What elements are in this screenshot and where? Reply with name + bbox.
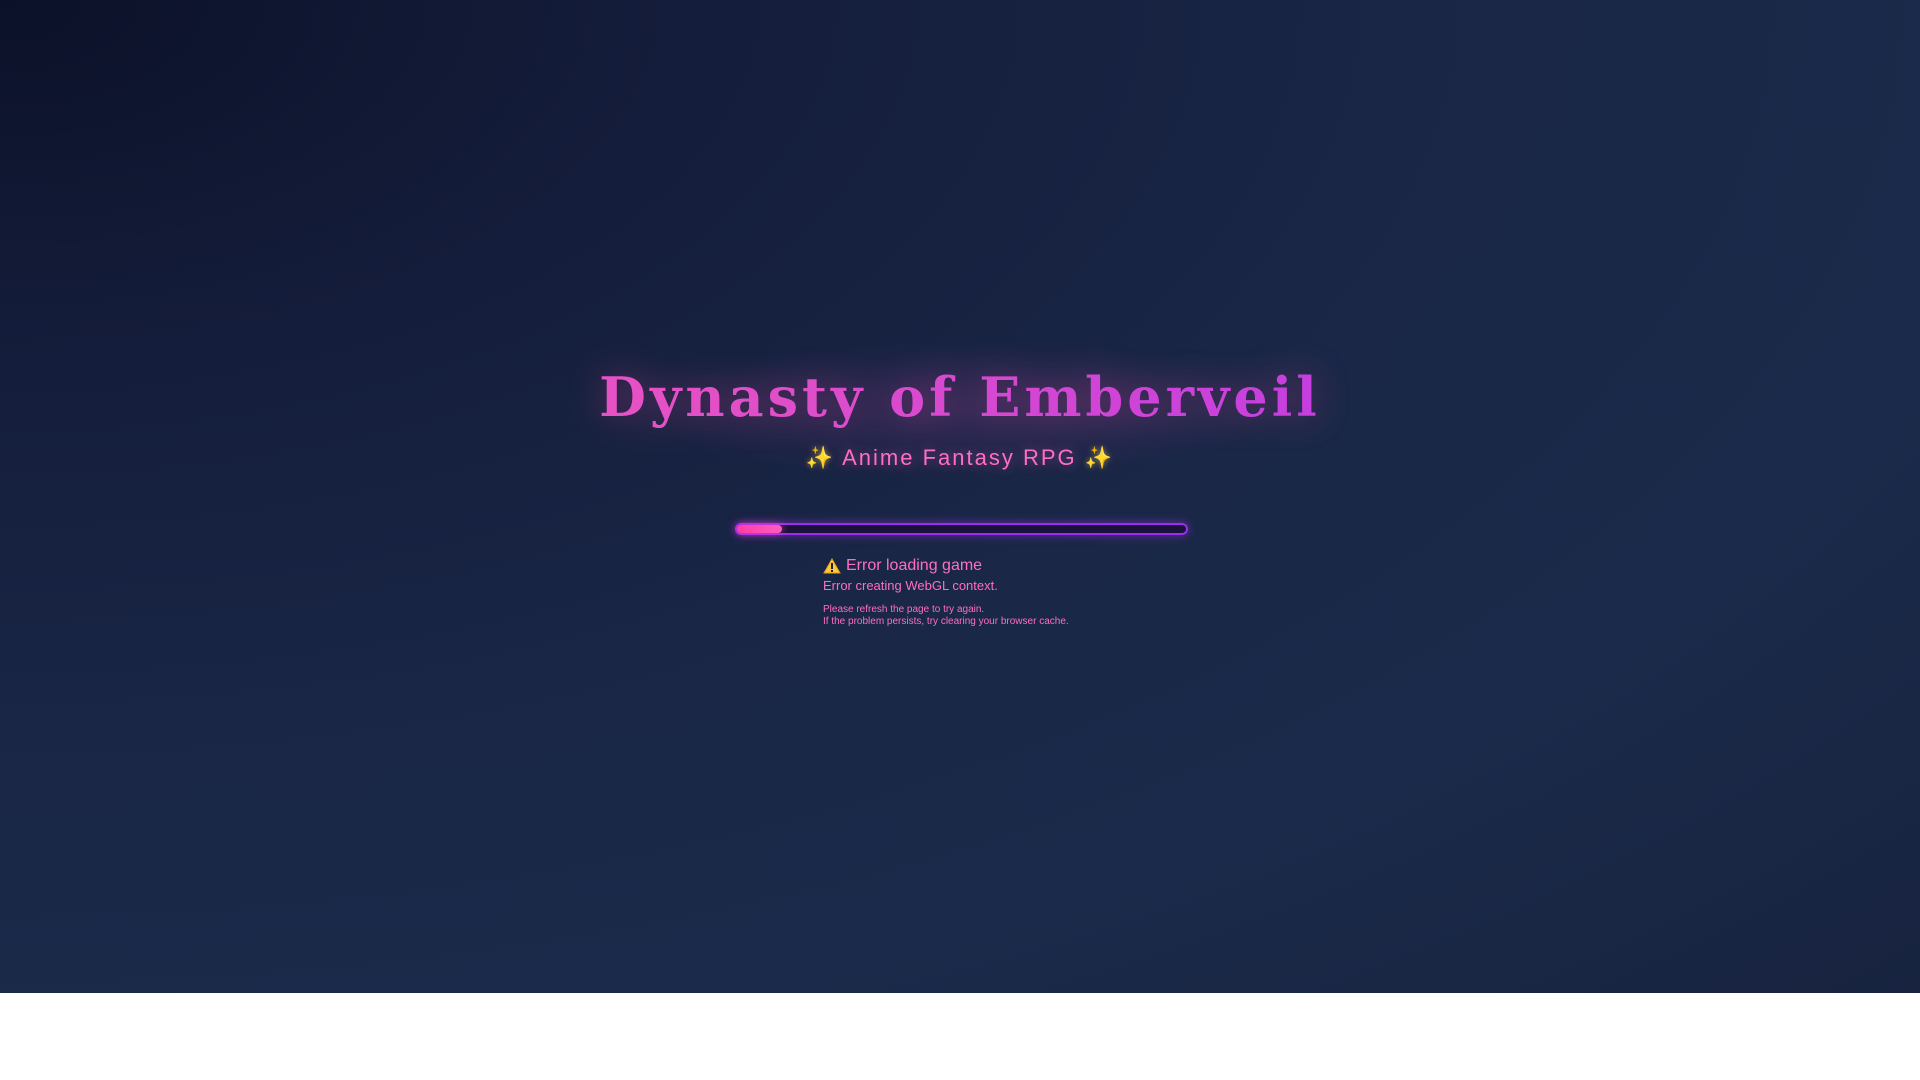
game-title: Dynasty of Emberveil xyxy=(0,362,1920,432)
hint-clear-cache: If the problem persists, try clearing yo… xyxy=(823,616,1069,627)
game-loading-screen: Dynasty of Emberveil ✨ Anime Fantasy RPG… xyxy=(0,0,1920,993)
error-panel: Error loading game Error creating WebGL … xyxy=(823,555,1243,628)
error-message: Error creating WebGL context. xyxy=(823,578,998,593)
loading-progress-bar xyxy=(735,523,1188,535)
sparkle-icon: ✨ xyxy=(1084,445,1115,470)
error-title: Error loading game xyxy=(846,557,983,574)
game-subtitle: ✨ Anime Fantasy RPG ✨ xyxy=(0,441,1920,475)
error-heading: Error loading game xyxy=(823,555,1243,577)
error-hint: Please refresh the page to try again. If… xyxy=(823,604,1243,628)
loading-progress-fill xyxy=(737,525,782,533)
hint-refresh: Please refresh the page to try again. xyxy=(823,604,985,615)
warning-icon xyxy=(823,557,841,574)
sparkle-icon: ✨ xyxy=(805,445,836,470)
subtitle-text: Anime Fantasy RPG xyxy=(842,445,1077,470)
